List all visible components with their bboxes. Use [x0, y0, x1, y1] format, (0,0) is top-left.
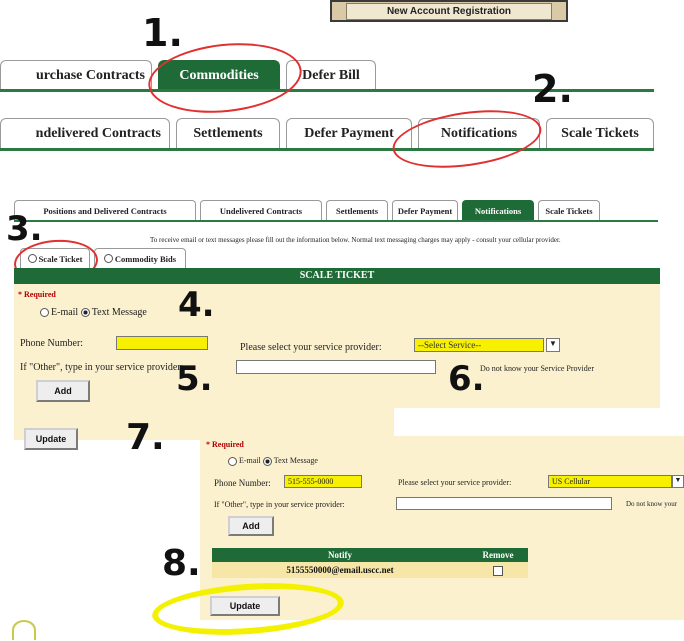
small-tab-underline: [14, 220, 658, 222]
notify-table-header: Notify Remove: [212, 548, 528, 562]
scale-ticket-panel: [14, 268, 660, 408]
small-tab-scale-tickets[interactable]: Scale Tickets: [538, 200, 600, 220]
phone-label: Phone Number:: [20, 338, 84, 349]
sub-tab-underline: [0, 148, 654, 151]
step-7-label: 7.: [126, 417, 165, 458]
step-5-label: 5.: [176, 359, 213, 399]
form2-email-label: E-mail: [239, 456, 261, 465]
tab-scale-tickets[interactable]: Scale Tickets: [546, 118, 654, 148]
provider-label: Please select your service provider:: [240, 342, 382, 353]
small-tab-defer-payment[interactable]: Defer Payment: [392, 200, 458, 220]
contact-method-radios: E-mail Text Message: [40, 307, 147, 318]
form2-other-label: If "Other", type in your service provide…: [214, 500, 345, 509]
not-know-provider-link[interactable]: Do not know your Service Provider: [480, 364, 594, 373]
new-account-registration-button[interactable]: New Account Registration: [330, 0, 568, 22]
add-button[interactable]: Add: [36, 380, 90, 402]
annotation-circle-2: [388, 101, 546, 177]
subtab-commodity-bids[interactable]: Commodity Bids: [94, 248, 186, 268]
step-1-label: 1.: [142, 11, 183, 55]
form2-other-input[interactable]: [396, 497, 612, 510]
step-4-label: 4.: [178, 285, 215, 325]
email-radio[interactable]: [40, 308, 49, 318]
subtab-commodity-bids-label: Commodity Bids: [114, 253, 177, 264]
form2-email-radio[interactable]: [228, 456, 237, 466]
small-tab-notifications[interactable]: Notifications: [462, 200, 534, 220]
form2-update-button[interactable]: Update: [210, 596, 280, 616]
remove-column-header: Remove: [482, 550, 514, 560]
table-row: 5155550000@email.uscc.net: [212, 562, 528, 578]
phone-input[interactable]: [116, 336, 208, 350]
form2-phone-input[interactable]: 515-555-0000: [284, 475, 362, 488]
email-radio-label: E-mail: [51, 307, 79, 318]
form2-required-label: * Required: [206, 440, 244, 449]
form2-provider-select[interactable]: US Cellular: [548, 475, 672, 488]
form2-add-button[interactable]: Add: [228, 516, 274, 536]
update-button[interactable]: Update: [24, 428, 78, 450]
leaf-logo-icon: [12, 620, 36, 640]
notify-table: Notify Remove 5155550000@email.uscc.net: [212, 548, 528, 578]
text-message-radio[interactable]: [80, 308, 90, 318]
form2-not-know-link[interactable]: Do not know your: [626, 500, 677, 508]
commodity-bids-check-icon: [103, 254, 113, 263]
other-provider-input[interactable]: [236, 360, 436, 374]
tab-purchase-contracts[interactable]: urchase Contracts: [0, 60, 152, 90]
small-tab-row: Positions and Delivered Contracts Undeli…: [14, 200, 604, 220]
notify-address-cell: 5155550000@email.uscc.net: [286, 565, 394, 575]
instructions-text: To receive email or text messages please…: [150, 236, 561, 244]
form2-contact-radios: E-mail Text Message: [228, 456, 318, 466]
sub-tab-row: ndelivered Contracts Settlements Defer P…: [0, 118, 660, 148]
small-tab-undelivered[interactable]: Undelivered Contracts: [200, 200, 322, 220]
form2-provider-label: Please select your service provider:: [398, 478, 512, 487]
form2-text-label: Text Message: [273, 456, 318, 465]
provider-select[interactable]: --Select Service--: [414, 338, 544, 352]
text-message-radio-label: Text Message: [91, 307, 147, 318]
chevron-down-icon[interactable]: ▼: [546, 338, 560, 352]
remove-checkbox[interactable]: [493, 565, 503, 576]
remove-cell: [468, 562, 528, 578]
form2-text-radio[interactable]: [262, 456, 272, 466]
step-6-label: 6.: [448, 359, 485, 399]
tab-settlements[interactable]: Settlements: [176, 118, 280, 148]
step-3-label: 3.: [6, 209, 43, 249]
notify-column-header: Notify: [328, 550, 352, 560]
step-2-label: 2.: [532, 67, 573, 111]
form2-phone-label: Phone Number:: [214, 478, 271, 488]
new-account-registration-label: New Account Registration: [345, 2, 553, 20]
tab-undelivered-contracts[interactable]: ndelivered Contracts: [0, 118, 170, 148]
small-tab-settlements[interactable]: Settlements: [326, 200, 388, 220]
other-provider-label: If "Other", type in your service provide…: [20, 362, 184, 373]
required-label: * Required: [18, 290, 56, 299]
scale-ticket-header: SCALE TICKET: [14, 268, 660, 284]
form2-chevron-down-icon[interactable]: ▼: [672, 475, 684, 488]
step-8-label: 8.: [162, 543, 201, 584]
